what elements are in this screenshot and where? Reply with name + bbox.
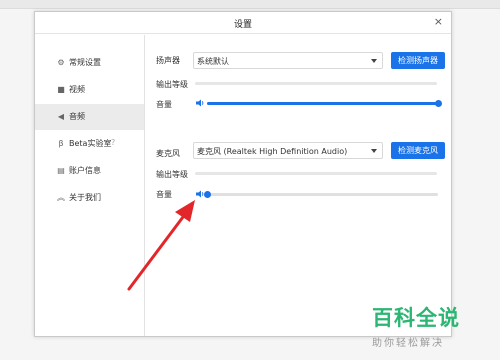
watermark-subtitle: 助你轻松解决 bbox=[372, 338, 444, 349]
watermark-logo: 百科全说 助你轻松解决 bbox=[372, 302, 484, 349]
watermark-title: 百科全说 bbox=[372, 306, 460, 330]
